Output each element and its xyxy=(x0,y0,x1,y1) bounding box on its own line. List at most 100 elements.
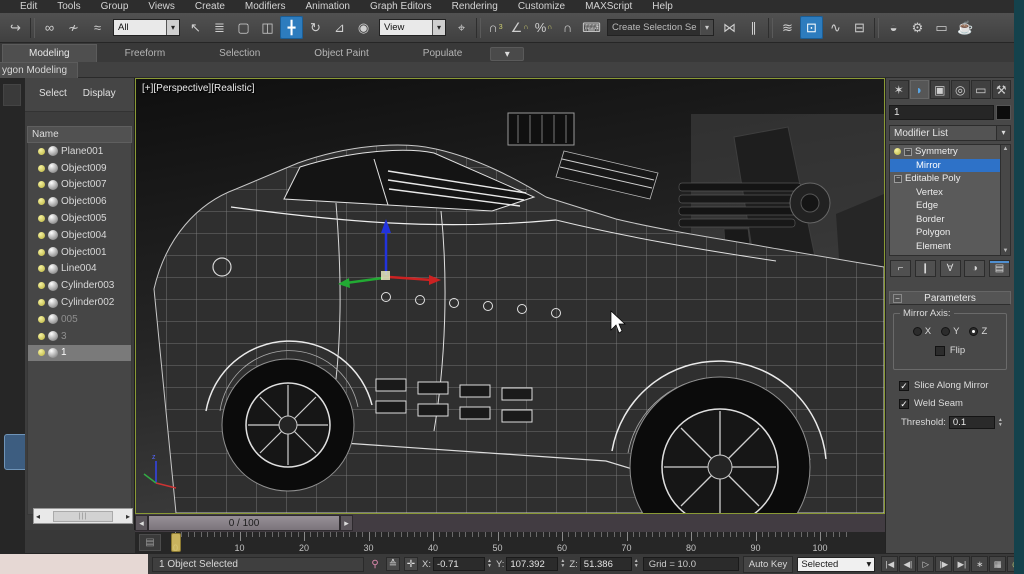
bulb-icon[interactable] xyxy=(38,215,45,222)
list-item-object009[interactable]: Object009 xyxy=(28,160,131,177)
stack-item-vertex[interactable]: Vertex xyxy=(890,186,1010,200)
perspective-viewport[interactable]: [+][Perspective][Realistic] xyxy=(135,78,885,514)
scroll-down-icon[interactable]: ▼ xyxy=(1003,248,1009,254)
ribbon-tab-modeling[interactable]: Modeling xyxy=(2,44,97,62)
bulb-icon[interactable] xyxy=(38,232,45,239)
remove-modifier-button[interactable]: ◑ xyxy=(964,260,985,277)
threshold-spinner[interactable]: ▲▼ xyxy=(998,418,1003,428)
mirror-icon[interactable]: ⋈ xyxy=(718,16,741,39)
stack-scrollbar[interactable]: ▲ ▼ xyxy=(1000,145,1010,255)
previous-frame-button[interactable]: ◀| xyxy=(899,556,916,572)
key-mode-toggle-button[interactable]: ∗ xyxy=(971,556,988,572)
absolute-offset-mode-icon[interactable]: ✛ xyxy=(404,557,418,571)
scroll-left-icon[interactable]: ◂ xyxy=(36,512,40,521)
snap-toggle-icon[interactable]: ∩3 xyxy=(484,16,507,39)
tab-polygon-modeling[interactable]: ygon Modeling xyxy=(0,62,78,78)
list-item-005[interactable]: 005 xyxy=(28,311,131,328)
scroll-right-icon[interactable]: ▸ xyxy=(126,512,130,521)
stack-item-symmetry[interactable]: −Symmetry xyxy=(890,145,1010,159)
select-and-rotate-icon[interactable]: ↻ xyxy=(304,16,327,39)
time-slider-ruler[interactable]: ▤ 102030405060708090100 0 xyxy=(135,532,885,553)
rendered-frame-window-icon[interactable]: ▭ xyxy=(930,16,953,39)
menu-item-modifiers[interactable]: Modifiers xyxy=(237,0,294,13)
lock-icon[interactable]: ≙ xyxy=(386,557,400,571)
coordinate-spinner[interactable]: ▲▼ xyxy=(560,559,565,569)
keyboard-override-icon[interactable]: ⌨ xyxy=(580,16,603,39)
list-item-line004[interactable]: Line004 xyxy=(28,261,131,278)
bulb-icon[interactable] xyxy=(38,165,45,172)
ribbon-tab-object-paint[interactable]: Object Paint xyxy=(288,45,394,62)
scene-explorer-icon[interactable]: ⊡ xyxy=(800,16,823,39)
explorer-horizontal-scrollbar[interactable]: ◂ ||| ▸ xyxy=(33,508,133,524)
render-setup-icon[interactable]: ⚙ xyxy=(906,16,929,39)
pin-stack-button[interactable]: ⌐ xyxy=(890,260,911,277)
auto-key-button[interactable]: Auto Key xyxy=(743,556,794,573)
bulb-icon[interactable] xyxy=(38,148,45,155)
list-item-object004[interactable]: Object004 xyxy=(28,227,131,244)
time-configuration-button[interactable]: ▦ xyxy=(989,556,1006,572)
key-filter-dropdown[interactable]: Selected ▾ xyxy=(797,557,875,572)
menu-item-graph-editors[interactable]: Graph Editors xyxy=(362,0,440,13)
stack-item-mirror[interactable]: Mirror xyxy=(890,159,1010,173)
explorer-tab-select[interactable]: Select xyxy=(33,86,73,101)
modify-tab[interactable]: ◗ xyxy=(910,80,930,99)
display-tab[interactable]: ▭ xyxy=(971,80,991,99)
list-item-cylinder002[interactable]: Cylinder002 xyxy=(28,294,131,311)
chevron-down-icon[interactable]: ▾ xyxy=(432,20,445,35)
scroll-up-icon[interactable]: ▲ xyxy=(1003,146,1009,152)
window-crossing-icon[interactable]: ◫ xyxy=(256,16,279,39)
flip-checkbox[interactable] xyxy=(935,346,945,356)
selection-filter-dropdown[interactable]: All▾ xyxy=(113,19,180,36)
bulb-icon[interactable] xyxy=(38,349,45,356)
bulb-icon[interactable] xyxy=(38,333,45,340)
stack-item-edge[interactable]: Edge xyxy=(890,199,1010,213)
align-icon[interactable]: ∥ xyxy=(742,16,765,39)
threshold-field[interactable]: 0.1 xyxy=(949,416,995,429)
bulb-icon[interactable] xyxy=(38,181,45,188)
chevron-down-icon[interactable]: ▾ xyxy=(700,20,713,35)
parameters-rollout-header[interactable]: − Parameters xyxy=(889,291,1011,305)
expand-icon[interactable]: − xyxy=(894,175,902,183)
schematic-view-icon[interactable]: ⊟ xyxy=(848,16,871,39)
menu-item-views[interactable]: Views xyxy=(140,0,183,13)
bulb-icon[interactable] xyxy=(38,265,45,272)
coordinate-value-field[interactable]: 51.386 xyxy=(580,557,632,571)
named-selection-set-dropdown[interactable]: Create Selection Se▾ xyxy=(607,19,714,36)
list-item-3[interactable]: 3 xyxy=(28,328,131,345)
bulb-icon[interactable] xyxy=(894,148,901,155)
column-header-name[interactable]: Name xyxy=(27,126,132,143)
bulb-icon[interactable] xyxy=(38,282,45,289)
coordinate-value-field[interactable]: -0.71 xyxy=(433,557,485,571)
menu-item-rendering[interactable]: Rendering xyxy=(444,0,506,13)
configure-modifier-sets-button[interactable]: ▤ xyxy=(989,260,1010,277)
list-item-plane001[interactable]: Plane001 xyxy=(28,143,131,160)
select-object-icon[interactable]: ↖ xyxy=(184,16,207,39)
stack-item-element[interactable]: Element xyxy=(890,240,1010,254)
frame-readout[interactable]: 0 / 100 xyxy=(148,515,340,531)
menu-item-edit[interactable]: Edit xyxy=(12,0,45,13)
motion-tab[interactable]: ◎ xyxy=(951,80,971,99)
list-item-object001[interactable]: Object001 xyxy=(28,244,131,261)
hierarchy-tab[interactable]: ▣ xyxy=(930,80,950,99)
slice-along-mirror-checkbox[interactable]: ✓ xyxy=(899,381,909,391)
bulb-icon[interactable] xyxy=(38,299,45,306)
play-button[interactable]: ▷ xyxy=(917,556,934,572)
modifier-list-dropdown[interactable]: Modifier List ▾ xyxy=(889,125,1011,141)
menu-item-help[interactable]: Help xyxy=(644,0,681,13)
coordinate-value-field[interactable]: 107.392 xyxy=(506,557,558,571)
show-end-result-button[interactable]: ❙ xyxy=(915,260,936,277)
ribbon-tab-selection[interactable]: Selection xyxy=(193,45,286,62)
stack-item-border[interactable]: Border xyxy=(890,213,1010,227)
bulb-icon[interactable] xyxy=(38,316,45,323)
scrollbar-thumb[interactable]: ||| xyxy=(53,511,113,522)
rectangular-selection-region-icon[interactable]: ▢ xyxy=(232,16,255,39)
go-to-start-button[interactable]: |◀ xyxy=(881,556,898,572)
list-item-1[interactable]: 1 xyxy=(28,345,131,362)
curve-editor-icon[interactable]: ∿ xyxy=(824,16,847,39)
menu-item-maxscript[interactable]: MAXScript xyxy=(577,0,640,13)
utilities-tab[interactable]: ⚒ xyxy=(992,80,1012,99)
menu-item-customize[interactable]: Customize xyxy=(510,0,573,13)
spinner-snap-icon[interactable]: ∩ xyxy=(556,16,579,39)
explorer-tab-display[interactable]: Display xyxy=(77,86,122,101)
angle-snap-icon[interactable]: ∠∩ xyxy=(508,16,531,39)
